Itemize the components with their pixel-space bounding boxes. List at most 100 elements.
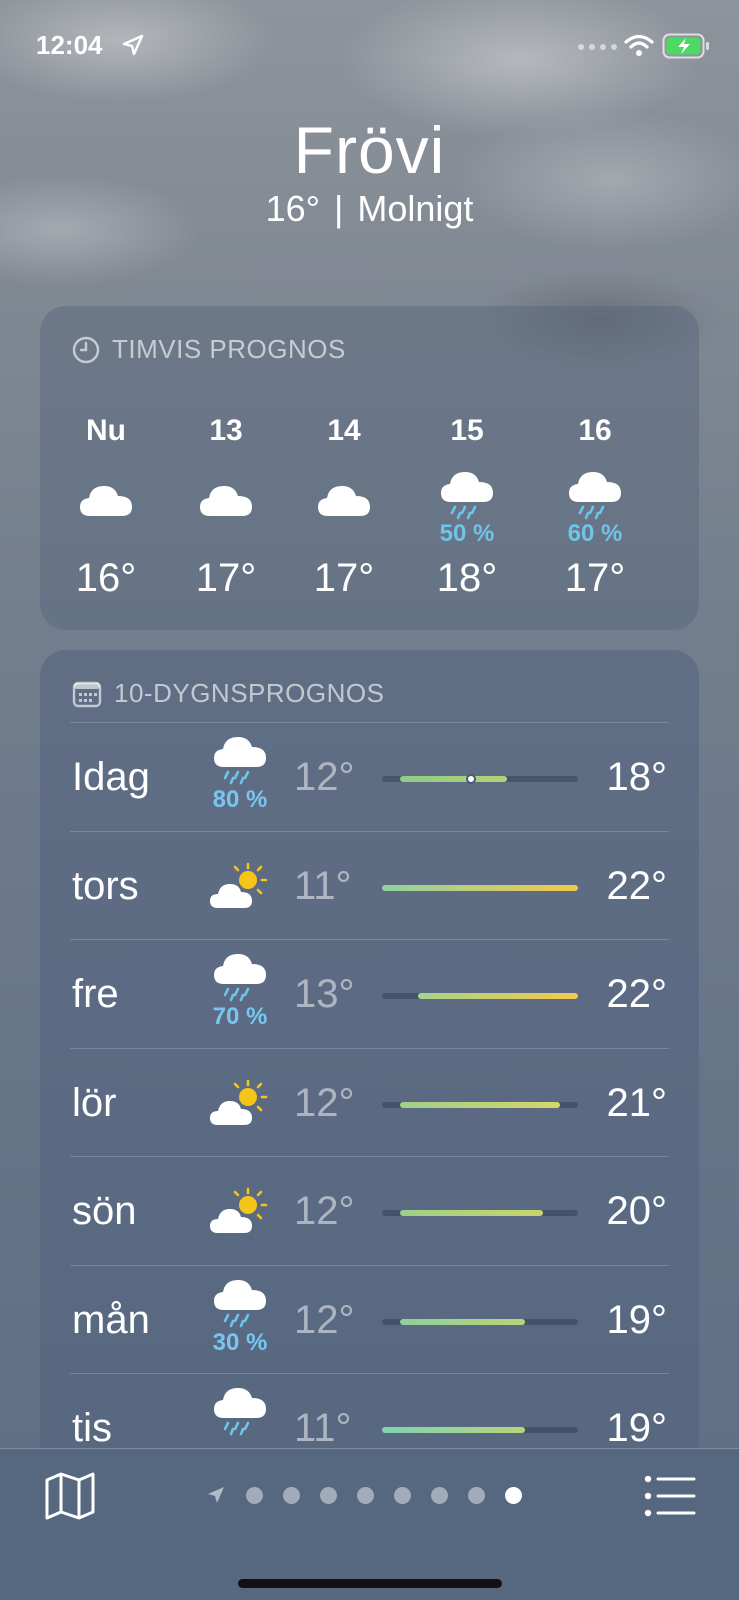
map-icon[interactable] xyxy=(44,1471,96,1521)
high-temp: 19° xyxy=(606,1297,668,1342)
clock-icon xyxy=(72,336,100,363)
day-precip: 80 % xyxy=(212,786,268,813)
page-dot[interactable] xyxy=(246,1486,263,1504)
calendar-icon xyxy=(72,681,102,707)
hour-label: 15 xyxy=(450,414,484,447)
location-arrow-icon xyxy=(122,34,144,56)
status-bar: 12:04 xyxy=(0,0,739,92)
hour-precip: 50 % xyxy=(439,520,495,547)
temp-range-bar xyxy=(400,1101,560,1108)
daily-row[interactable]: sön 12° 20° xyxy=(70,1156,669,1264)
hourly-header: TIMVIS PROGNOS xyxy=(72,334,346,365)
temp-range-track xyxy=(382,774,578,784)
daily-forecast-card[interactable]: 10-DYGNSPROGNOS Idag 80 % 12° 18° tors 11° 22°… xyxy=(40,650,699,1470)
rain-cloud-icon xyxy=(441,472,493,520)
hourly-title: TIMVIS PROGNOS xyxy=(112,334,346,364)
temp-range-bar xyxy=(400,776,507,782)
hour-temp: 17° xyxy=(564,556,626,600)
page-dot[interactable] xyxy=(320,1486,337,1504)
hourly-forecast-card[interactable]: TIMVIS PROGNOS Nu 16° 13 17° 14 17° 15 5… xyxy=(40,306,699,630)
current-conditions: 16° | Molnigt xyxy=(0,188,739,230)
current-temperature: 16° xyxy=(265,188,321,229)
rain-cloud-icon xyxy=(214,1279,266,1327)
hour-item: 16 60 % 17° xyxy=(545,414,645,601)
partly-sunny-icon xyxy=(210,1187,268,1233)
hour-item: 15 50 % 18° xyxy=(417,414,517,601)
daily-row[interactable]: lör 12° 21° xyxy=(70,1047,669,1156)
day-precip: 70 % xyxy=(212,1003,268,1030)
temp-range-bar xyxy=(382,884,578,891)
temp-range-track xyxy=(382,1318,578,1325)
bottom-toolbar xyxy=(0,1448,739,1600)
daily-row[interactable]: mån 30 % 12° 19° xyxy=(70,1264,669,1373)
cellular-signal-icon xyxy=(578,44,617,50)
temp-range-track xyxy=(382,884,578,891)
low-temp: 12° xyxy=(294,1297,355,1342)
day-name: tis xyxy=(72,1406,112,1450)
day-name: lör xyxy=(72,1080,117,1125)
page-dot[interactable] xyxy=(431,1486,448,1504)
hour-item: 13 17° xyxy=(176,414,276,601)
status-time: 12:04 xyxy=(36,30,103,60)
daily-header: 10-DYGNSPROGNOS xyxy=(72,678,384,709)
page-dot[interactable] xyxy=(357,1486,374,1504)
low-temp: 12° xyxy=(294,1080,355,1125)
day-name: sön xyxy=(72,1189,137,1233)
day-name: Idag xyxy=(72,755,150,799)
home-indicator xyxy=(238,1579,502,1588)
high-temp: 22° xyxy=(606,863,668,908)
page-dot[interactable] xyxy=(394,1486,411,1504)
partly-sunny-icon xyxy=(210,862,268,908)
page-indicator[interactable] xyxy=(206,1485,522,1505)
low-temp: 11° xyxy=(294,863,352,908)
high-temp: 19° xyxy=(606,1406,668,1450)
page-dot[interactable] xyxy=(468,1486,485,1504)
page-dot-active[interactable] xyxy=(505,1486,522,1504)
location-arrow-icon[interactable] xyxy=(206,1485,226,1505)
hour-precip xyxy=(294,520,394,550)
hour-item: Nu 16° xyxy=(56,414,156,601)
high-temp: 20° xyxy=(606,1189,668,1233)
separator: | xyxy=(334,188,344,229)
hour-item: 14 17° xyxy=(294,414,394,601)
temp-range-track xyxy=(382,1427,578,1433)
low-temp: 12° xyxy=(294,1189,355,1233)
hour-temp: 17° xyxy=(195,556,257,600)
current-temp-marker xyxy=(466,774,476,784)
temp-range-bar xyxy=(382,1427,525,1433)
low-temp: 13° xyxy=(294,972,355,1016)
cloud-icon xyxy=(318,486,370,516)
hour-label: 14 xyxy=(327,414,361,447)
high-temp: 18° xyxy=(606,755,668,799)
day-name: tors xyxy=(72,863,139,908)
page-dot[interactable] xyxy=(283,1486,300,1504)
rain-cloud-icon xyxy=(569,472,621,520)
temp-range-bar xyxy=(418,993,578,999)
daily-row[interactable]: fre 70 % 13° 22° xyxy=(70,939,669,1047)
daily-row[interactable]: Idag 80 % 12° 18° xyxy=(70,722,669,830)
cloud-icon xyxy=(200,486,252,516)
daily-row[interactable]: tors 11° 22° xyxy=(70,830,669,939)
hour-precip: 4 xyxy=(662,520,699,550)
hour-label: 13 xyxy=(209,414,243,447)
low-temp: 12° xyxy=(294,755,355,799)
hour-temp: 1 xyxy=(662,556,699,601)
battery-charging-icon xyxy=(662,33,709,59)
hour-temp: 16° xyxy=(75,556,137,600)
hour-precip xyxy=(176,520,276,550)
partly-sunny-icon xyxy=(210,1079,268,1125)
hour-label: 16 xyxy=(578,414,612,447)
day-name: mån xyxy=(72,1297,150,1342)
list-icon[interactable] xyxy=(644,1473,696,1519)
hour-label xyxy=(662,414,699,454)
high-temp: 22° xyxy=(606,972,668,1016)
wifi-icon xyxy=(624,34,654,56)
hour-item-partial: 4 1 xyxy=(662,414,699,601)
rain-cloud-icon xyxy=(214,1388,266,1436)
temp-range-bar xyxy=(400,1210,543,1216)
high-temp: 21° xyxy=(606,1080,668,1125)
hour-precip: 60 % xyxy=(567,520,623,547)
hour-label: Nu xyxy=(86,414,126,447)
hour-precip xyxy=(56,520,156,550)
low-temp: 11° xyxy=(294,1406,352,1450)
